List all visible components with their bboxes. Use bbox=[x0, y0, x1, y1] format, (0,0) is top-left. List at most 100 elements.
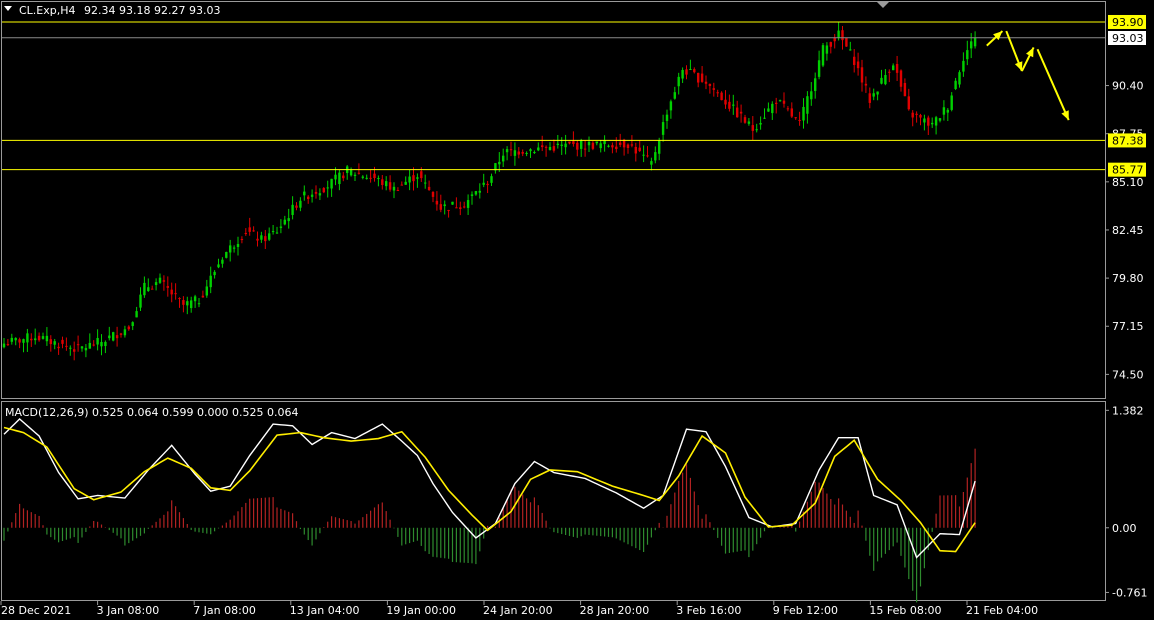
candle-body bbox=[252, 230, 255, 232]
candle-body bbox=[856, 61, 860, 69]
candle-body bbox=[927, 117, 930, 126]
candle-body bbox=[412, 175, 415, 182]
candle-body bbox=[14, 337, 17, 341]
time-tick-label: 15 Feb 08:00 bbox=[869, 604, 941, 617]
candle-body bbox=[330, 178, 333, 189]
price-tick-label: 77.15 bbox=[1112, 320, 1144, 333]
candle-body bbox=[420, 171, 423, 179]
candle-body bbox=[186, 301, 189, 306]
candle-body bbox=[693, 69, 696, 73]
candle-body bbox=[759, 122, 762, 125]
candle-body bbox=[61, 339, 64, 344]
candle-body bbox=[891, 65, 895, 71]
candle-body bbox=[837, 30, 840, 38]
candle-body bbox=[275, 232, 279, 234]
candle-body bbox=[654, 152, 657, 161]
macd-tick-label: -0.761 bbox=[1112, 586, 1147, 599]
candle-body bbox=[638, 147, 641, 152]
candle-body bbox=[357, 172, 361, 174]
candle-body bbox=[123, 329, 127, 336]
candle-body bbox=[630, 144, 634, 146]
current-price-label: 93.03 bbox=[1112, 32, 1144, 45]
macd-label: MACD(12,26,9) 0.525 0.064 0.599 0.000 0.… bbox=[5, 406, 298, 419]
candle-body bbox=[700, 73, 704, 82]
candle-body bbox=[377, 177, 380, 179]
candle-body bbox=[689, 69, 692, 71]
candle-body bbox=[884, 75, 887, 85]
candle-body bbox=[915, 113, 918, 115]
candle-body bbox=[513, 150, 517, 156]
candle-body bbox=[548, 147, 552, 150]
candle-body bbox=[213, 271, 216, 276]
candle-body bbox=[556, 143, 560, 146]
candle-body bbox=[431, 192, 435, 197]
candle-body bbox=[178, 298, 181, 300]
candle-body bbox=[384, 181, 388, 187]
candle-body bbox=[45, 335, 49, 342]
candle-body bbox=[732, 104, 735, 106]
candle-body bbox=[579, 140, 583, 149]
candle-body bbox=[423, 182, 427, 184]
macd-tick-label: 1.382 bbox=[1112, 404, 1144, 417]
candle-body bbox=[958, 72, 961, 85]
candle-body bbox=[864, 83, 868, 86]
candle-body bbox=[677, 76, 680, 87]
candle-body bbox=[817, 60, 821, 77]
candle-body bbox=[182, 300, 185, 305]
candle-body bbox=[115, 335, 119, 339]
candle-body bbox=[6, 344, 10, 346]
candle-body bbox=[650, 161, 653, 165]
candle-body bbox=[127, 326, 131, 330]
price-tick-label: 82.45 bbox=[1112, 224, 1144, 237]
candle-body bbox=[946, 109, 950, 113]
candle-body bbox=[899, 70, 903, 87]
candle-body bbox=[427, 186, 431, 191]
candle-body bbox=[53, 341, 56, 345]
candle-body bbox=[474, 191, 478, 195]
candle-body bbox=[576, 142, 579, 150]
candle-body bbox=[111, 332, 115, 341]
candle-body bbox=[217, 264, 220, 268]
candle-body bbox=[299, 200, 302, 208]
candle-body bbox=[657, 140, 661, 154]
candle-body bbox=[326, 187, 329, 189]
candle-body bbox=[560, 144, 563, 146]
candle-body bbox=[209, 275, 212, 288]
candle-body bbox=[537, 147, 540, 151]
chart-background bbox=[0, 0, 1154, 620]
candle-body bbox=[303, 191, 306, 196]
candle-body bbox=[587, 141, 591, 146]
candle-body bbox=[544, 146, 548, 148]
candle-body bbox=[170, 289, 173, 295]
candle-body bbox=[767, 108, 770, 112]
candle-body bbox=[930, 122, 934, 125]
candle-body bbox=[735, 107, 739, 118]
candle-body bbox=[400, 184, 404, 186]
macd-tick-label: 0.00 bbox=[1112, 522, 1137, 535]
candle-body bbox=[950, 95, 953, 110]
candle-body bbox=[642, 154, 645, 156]
candle-body bbox=[33, 338, 37, 341]
candle-body bbox=[529, 149, 532, 152]
candle-body bbox=[92, 344, 95, 346]
candle-body bbox=[716, 92, 719, 94]
chart-canvas: 90.4087.7585.1082.4579.8077.1574.5093.90… bbox=[0, 0, 1154, 620]
candle-body bbox=[966, 50, 969, 60]
candle-body bbox=[591, 142, 595, 149]
candle-body bbox=[763, 117, 766, 119]
candle-body bbox=[607, 145, 610, 147]
candle-body bbox=[661, 122, 665, 135]
candle-body bbox=[603, 140, 606, 145]
candle-body bbox=[221, 259, 224, 264]
time-tick-label: 13 Jan 04:00 bbox=[290, 604, 360, 617]
candle-body bbox=[381, 179, 384, 186]
candle-body bbox=[673, 92, 677, 99]
candle-body bbox=[322, 188, 326, 193]
candle-body bbox=[599, 143, 602, 149]
candle-body bbox=[248, 227, 251, 232]
candle-body bbox=[720, 92, 723, 101]
candle-body bbox=[852, 56, 856, 65]
candle-body bbox=[876, 91, 879, 95]
candle-body bbox=[462, 206, 466, 208]
candle-body bbox=[498, 161, 501, 165]
